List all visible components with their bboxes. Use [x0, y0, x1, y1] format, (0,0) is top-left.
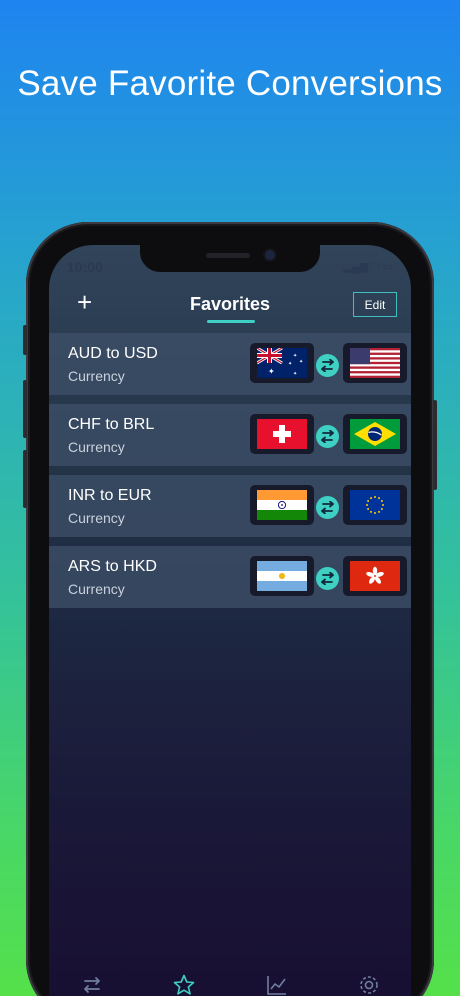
australia-flag-icon: ✦ ✦ ✦ ✦ ✦: [257, 348, 307, 378]
favorite-row[interactable]: INR to EUR Currency: [49, 475, 411, 537]
svg-text:✦: ✦: [288, 361, 292, 367]
argentina-flag-icon: [257, 561, 307, 591]
convert-icon[interactable]: [80, 973, 104, 996]
front-camera: [265, 250, 275, 260]
favorite-title: INR to EUR: [68, 487, 152, 504]
edit-button[interactable]: Edit: [353, 292, 397, 317]
favorite-row[interactable]: CHF to BRL Currency: [49, 404, 411, 466]
favorite-subtitle: Currency: [68, 510, 125, 526]
switzerland-flag-icon: [257, 419, 307, 449]
india-flag-icon: [257, 490, 307, 520]
svg-text:✦: ✦: [299, 359, 303, 365]
to-flag-box: [343, 556, 407, 596]
swap-icon[interactable]: [316, 496, 339, 519]
swap-icon[interactable]: [316, 425, 339, 448]
favorite-title: AUD to USD: [68, 345, 158, 362]
to-flag-box: [343, 343, 407, 383]
favorite-title: CHF to BRL: [68, 416, 155, 433]
volume-down-button: [23, 450, 27, 508]
svg-text:✦: ✦: [293, 371, 297, 377]
svg-text:✦: ✦: [268, 367, 275, 376]
from-flag-box: [250, 485, 314, 525]
favorite-title: ARS to HKD: [68, 558, 157, 575]
usa-flag-icon: [350, 348, 400, 378]
brazil-flag-icon: [350, 419, 400, 449]
favorite-row[interactable]: AUD to USD Currency ✦ ✦ ✦ ✦ ✦: [49, 333, 411, 395]
status-time: 10:00: [67, 259, 103, 275]
notch: [140, 245, 320, 272]
status-icons: ▂▄▆ ◠ ▭: [343, 261, 393, 273]
gear-icon[interactable]: [357, 973, 381, 996]
favorite-subtitle: Currency: [68, 368, 125, 384]
star-icon[interactable]: [172, 973, 196, 996]
tab-bar: [49, 967, 411, 996]
title-underline: [207, 320, 255, 323]
eu-flag-icon: [350, 490, 400, 520]
volume-up-button: [23, 380, 27, 438]
headline: Save Favorite Conversions: [17, 64, 443, 103]
app-screen: 10:00 ▂▄▆ ◠ ▭ + Favorites Edit AUD to US…: [49, 245, 411, 996]
favorite-subtitle: Currency: [68, 581, 125, 597]
to-flag-box: [343, 414, 407, 454]
svg-text:✦: ✦: [293, 353, 297, 359]
from-flag-box: ✦ ✦ ✦ ✦ ✦: [250, 343, 314, 383]
hong-kong-flag-icon: [350, 561, 400, 591]
from-flag-box: [250, 556, 314, 596]
favorite-row[interactable]: ARS to HKD Currency: [49, 546, 411, 608]
to-flag-box: [343, 485, 407, 525]
swap-icon[interactable]: [316, 354, 339, 377]
power-button: [433, 400, 437, 490]
from-flag-box: [250, 414, 314, 454]
chart-icon[interactable]: [265, 973, 289, 996]
speaker: [206, 253, 250, 258]
favorite-subtitle: Currency: [68, 439, 125, 455]
mute-switch: [23, 325, 27, 355]
swap-icon[interactable]: [316, 567, 339, 590]
favorites-list: AUD to USD Currency ✦ ✦ ✦ ✦ ✦ CHF to BRL…: [49, 333, 411, 617]
